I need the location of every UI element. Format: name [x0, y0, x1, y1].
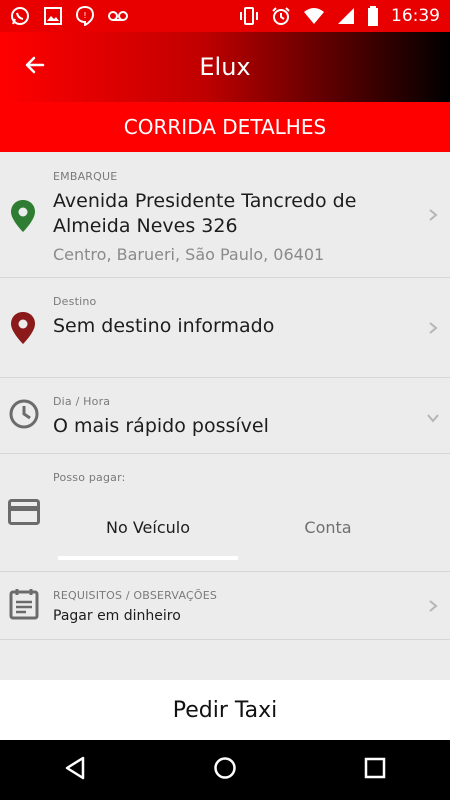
nav-home-button[interactable] — [190, 740, 260, 800]
tab-no-veiculo[interactable]: No Veículo — [58, 502, 238, 560]
destination-row[interactable]: Destino Sem destino informado — [0, 278, 450, 378]
pickup-address-line2: Almeida Neves 326 — [53, 215, 238, 237]
nav-back-button[interactable] — [40, 740, 110, 800]
triangle-back-icon — [64, 756, 86, 784]
hangouts-icon: ! — [76, 6, 94, 26]
pickup-row[interactable]: EMBARQUE Avenida Presidente Tancredo de … — [0, 152, 450, 278]
whatsapp-icon — [10, 6, 30, 26]
requirements-row[interactable]: REQUISITOS / OBSERVAÇÕES Pagar em dinhei… — [0, 572, 450, 640]
destination-value: Sem destino informado — [53, 315, 275, 337]
image-icon — [44, 7, 62, 25]
signal-icon — [337, 7, 355, 25]
pickup-label: EMBARQUE — [53, 170, 118, 183]
alarm-icon — [271, 6, 291, 26]
svg-text:!: ! — [83, 11, 86, 20]
app-bar: Elux — [0, 32, 450, 102]
notes-icon — [9, 588, 39, 624]
nav-recents-button[interactable] — [340, 740, 410, 800]
map-pin-icon — [11, 312, 35, 348]
requirements-value: Pagar em dinheiro — [53, 608, 181, 624]
date-time-value: O mais rápido possível — [53, 415, 269, 437]
tab-conta[interactable]: Conta — [238, 502, 418, 552]
system-icons: 16:39 — [239, 6, 440, 26]
vibrate-icon — [239, 7, 259, 25]
map-pin-icon — [11, 200, 35, 236]
request-taxi-button[interactable]: Pedir Taxi — [0, 680, 450, 740]
date-time-label: Dia / Hora — [53, 395, 111, 408]
chevron-right-icon — [428, 320, 438, 339]
battery-icon — [367, 6, 379, 26]
destination-label: Destino — [53, 295, 97, 308]
notification-icons: ! — [10, 6, 128, 26]
date-time-row[interactable]: Dia / Hora O mais rápido possível — [0, 378, 450, 454]
arrow-left-icon — [23, 53, 47, 81]
status-bar: ! 16:39 — [0, 0, 450, 32]
wifi-icon — [303, 7, 325, 25]
pickup-address-line1: Avenida Presidente Tancredo de — [53, 190, 357, 212]
chevron-right-icon — [428, 207, 438, 226]
chevron-right-icon — [428, 598, 438, 617]
back-button[interactable] — [0, 32, 70, 102]
navigation-bar — [0, 740, 450, 800]
requirements-label: REQUISITOS / OBSERVAÇÕES — [53, 589, 218, 602]
clock-time: 16:39 — [391, 6, 440, 26]
ride-details: EMBARQUE Avenida Presidente Tancredo de … — [0, 152, 450, 680]
square-recents-icon — [364, 757, 386, 783]
circle-home-icon — [213, 756, 237, 784]
payment-tabs: No Veículo Conta — [58, 502, 418, 560]
pickup-locality: Centro, Barueri, São Paulo, 06401 — [53, 245, 325, 264]
clock-icon — [8, 398, 40, 434]
voicemail-icon — [108, 9, 128, 23]
chevron-down-icon — [426, 408, 440, 427]
section-header: CORRIDA DETALHES — [0, 102, 450, 152]
credit-card-icon — [8, 499, 40, 529]
payment-row: Posso pagar: No Veículo Conta — [0, 454, 450, 572]
payment-label: Posso pagar: — [53, 471, 126, 484]
